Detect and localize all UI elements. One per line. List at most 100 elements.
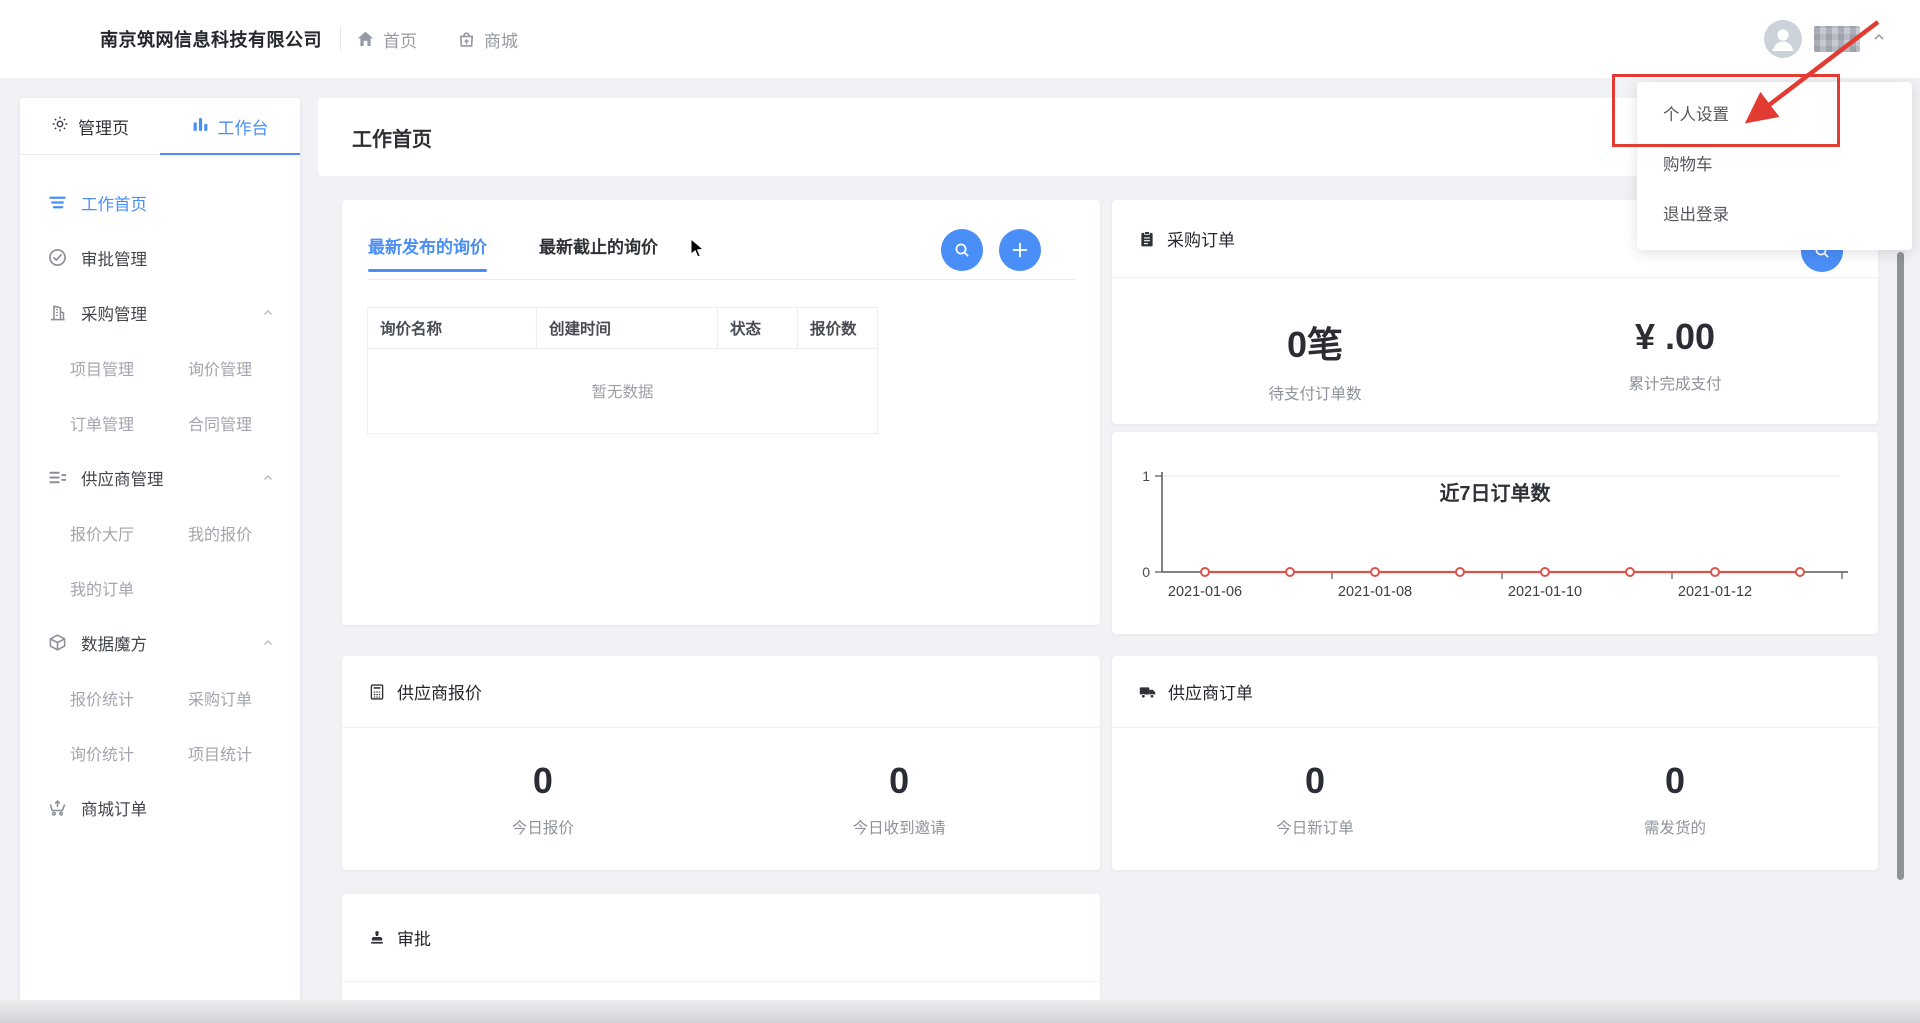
sidebar-subitem-quote-hall[interactable]: 报价大厅	[70, 521, 188, 545]
sidebar-subitem-project-mgmt[interactable]: 项目管理	[70, 356, 188, 380]
cart-up-icon	[48, 798, 68, 817]
sidebar-item-label: 供应商管理	[81, 466, 164, 490]
stat-today-invitations: 0 今日收到邀请	[721, 760, 1077, 838]
menu-item-personal-settings[interactable]: 个人设置	[1637, 88, 1912, 138]
card-header: 供应商订单	[1112, 656, 1878, 728]
truck-icon	[1138, 682, 1157, 701]
check-circle-icon	[48, 248, 68, 267]
home-icon	[356, 30, 375, 49]
col-inquiry-name: 询价名称	[368, 308, 537, 348]
sidebar-tabs: 管理页 工作台	[20, 98, 300, 155]
x-tick-label: 2021-01-12	[1678, 584, 1752, 600]
sidebar-subitem-my-quotes[interactable]: 我的报价	[188, 521, 252, 545]
inquiry-search-button[interactable]	[941, 229, 983, 271]
avatar	[1764, 20, 1802, 58]
sidebar-item-data-cube[interactable]: 数据魔方	[20, 615, 300, 670]
tabs-divider	[367, 279, 1076, 280]
stat-today-quotes: 0 今日报价	[365, 760, 721, 838]
chart-title: 近7日订单数	[1439, 481, 1551, 505]
stat-value: 0	[365, 760, 721, 802]
chevron-up-icon	[1872, 30, 1886, 49]
stat-to-ship: 0 需发货的	[1495, 760, 1855, 838]
search-icon	[952, 240, 972, 260]
plus-icon	[1010, 240, 1030, 260]
vertical-scrollbar[interactable]	[1897, 252, 1904, 880]
sidebar-subitem-inquiry-stats[interactable]: 询价统计	[70, 741, 188, 765]
sidebar-subitem-project-stats[interactable]: 项目统计	[188, 741, 252, 765]
menu-item-shopping-cart[interactable]: 购物车	[1637, 138, 1912, 188]
user-menu-trigger[interactable]	[1764, 0, 1886, 78]
sidebar-item-label: 商城订单	[81, 796, 147, 820]
sidebar-subrow: 报价大厅 我的报价	[20, 505, 300, 560]
sidebar-subitem-order-mgmt[interactable]: 订单管理	[70, 411, 188, 435]
nav-mall[interactable]: 商城	[457, 27, 518, 52]
calculator-icon	[368, 683, 386, 701]
sidebar-item-mall-orders[interactable]: 商城订单	[20, 780, 300, 835]
user-name-redacted	[1814, 26, 1860, 52]
window-bottom-edge	[0, 1000, 1920, 1023]
shopping-bag-icon	[457, 30, 476, 49]
page-title: 工作首页	[352, 123, 432, 152]
inquiry-table: 询价名称 创建时间 状态 报价数 暂无数据	[367, 307, 878, 434]
stat-label: 今日报价	[365, 816, 721, 838]
nav-home[interactable]: 首页	[356, 27, 417, 52]
tab-admin-label: 管理页	[78, 114, 129, 139]
sidebar-item-label: 采购管理	[81, 301, 147, 325]
sidebar-subrow: 询价统计 项目统计	[20, 725, 300, 780]
sidebar-item-label: 工作首页	[81, 191, 147, 215]
orders-line-chart: 近7日订单数 1 0 2021-01-06 2021-01-08 2021-01…	[1112, 432, 1878, 634]
sidebar-subrow: 我的订单	[20, 560, 300, 615]
sidebar-menu: 工作首页 审批管理 采购管理	[20, 155, 300, 835]
stat-label: 今日收到邀请	[721, 816, 1077, 838]
list-dash-icon	[48, 468, 68, 487]
sidebar: 管理页 工作台 工作首页	[20, 98, 300, 1002]
sidebar-subrow: 报价统计 采购订单	[20, 670, 300, 725]
supplier-orders-card: 供应商订单 0 今日新订单 0 需发货的	[1112, 656, 1878, 870]
nav-home-label: 首页	[383, 27, 417, 52]
orders-chart-card: 近7日订单数 1 0 2021-01-06 2021-01-08 2021-01…	[1112, 432, 1878, 634]
supplier-quote-stats: 0 今日报价 0 今日收到邀请	[342, 760, 1100, 838]
cube-icon	[48, 633, 68, 652]
sidebar-subrow: 项目管理 询价管理	[20, 340, 300, 395]
sidebar-subitem-inquiry-mgmt[interactable]: 询价管理	[188, 356, 252, 380]
sidebar-item-supplier-mgmt[interactable]: 供应商管理	[20, 450, 300, 505]
sidebar-subitem-purchase-orders[interactable]: 采购订单	[188, 686, 252, 710]
stat-value: 0笔	[1135, 316, 1495, 368]
stat-value: 0	[721, 760, 1077, 802]
sidebar-subitem-contract-mgmt[interactable]: 合同管理	[188, 411, 252, 435]
bar-chart-icon	[192, 116, 209, 138]
y-tick-0: 0	[1142, 564, 1150, 580]
tab-latest-published-inquiries[interactable]: 最新发布的询价	[368, 233, 487, 272]
tab-admin-page[interactable]: 管理页	[20, 98, 160, 155]
sidebar-subrow: 订单管理 合同管理	[20, 395, 300, 450]
sidebar-item-approval-mgmt[interactable]: 审批管理	[20, 230, 300, 285]
x-tick-label: 2021-01-08	[1338, 584, 1412, 600]
stat-value: 0	[1495, 760, 1855, 802]
sidebar-subitem-my-orders[interactable]: 我的订单	[70, 576, 188, 600]
sidebar-subitem-quote-stats[interactable]: 报价统计	[70, 686, 188, 710]
top-navigation: 首页 商城	[356, 0, 518, 78]
inquiry-tabs: 最新发布的询价 最新截止的询价	[368, 233, 658, 272]
stamp-icon	[368, 929, 386, 947]
chevron-up-icon	[262, 307, 274, 319]
nav-mall-label: 商城	[484, 27, 518, 52]
menu-item-logout[interactable]: 退出登录	[1637, 188, 1912, 238]
user-dropdown-menu: 个人设置 购物车 退出登录	[1637, 82, 1912, 250]
clipboard-icon	[1138, 230, 1156, 248]
gear-icon	[51, 115, 69, 138]
stat-total-paid: ¥ .00 累计完成支付	[1495, 316, 1855, 404]
list-lines-icon	[48, 193, 68, 212]
sidebar-item-procurement-mgmt[interactable]: 采购管理	[20, 285, 300, 340]
tab-latest-closed-inquiries[interactable]: 最新截止的询价	[539, 233, 658, 272]
tab-workbench[interactable]: 工作台	[160, 98, 300, 155]
app-screen: 南京筑网信息科技有限公司 首页 商城	[0, 0, 1920, 1023]
card-header: 审批	[342, 894, 1100, 982]
tab-workbench-label: 工作台	[218, 114, 269, 139]
chevron-up-icon	[262, 472, 274, 484]
sidebar-item-work-home[interactable]: 工作首页	[20, 175, 300, 230]
stat-label: 需发货的	[1495, 816, 1855, 838]
stat-label: 累计完成支付	[1495, 372, 1855, 394]
stat-value: 0	[1135, 760, 1495, 802]
table-empty-text: 暂无数据	[368, 349, 877, 433]
inquiry-add-button[interactable]	[999, 229, 1041, 271]
